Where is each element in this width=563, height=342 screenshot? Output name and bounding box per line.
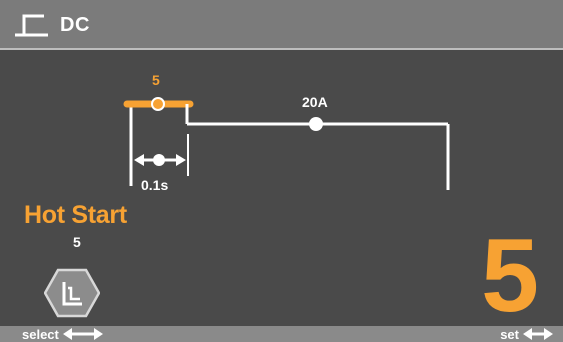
select-label: select <box>22 326 59 342</box>
set-label: set <box>500 326 519 342</box>
parameter-big-value: 5 <box>481 218 539 334</box>
current-handle <box>309 117 323 131</box>
current-label: 20A <box>302 94 328 110</box>
hot-start-handle <box>151 97 165 111</box>
left-right-arrow-icon <box>523 328 553 340</box>
time-handle <box>153 154 165 166</box>
hot-start-level-label: 5 <box>152 72 160 88</box>
parameter-small-value: 5 <box>73 234 81 250</box>
stick-electrode-icon[interactable] <box>44 268 100 318</box>
time-label: 0.1s <box>141 177 169 193</box>
left-right-arrow-icon <box>62 328 103 340</box>
parameter-name: Hot Start <box>24 201 127 229</box>
select-control[interactable]: select <box>22 326 103 342</box>
time-arrow-right-head <box>176 154 186 166</box>
set-control[interactable]: set <box>500 326 553 342</box>
time-arrow-left-head <box>134 154 144 166</box>
footer-bar: select set <box>0 326 563 342</box>
